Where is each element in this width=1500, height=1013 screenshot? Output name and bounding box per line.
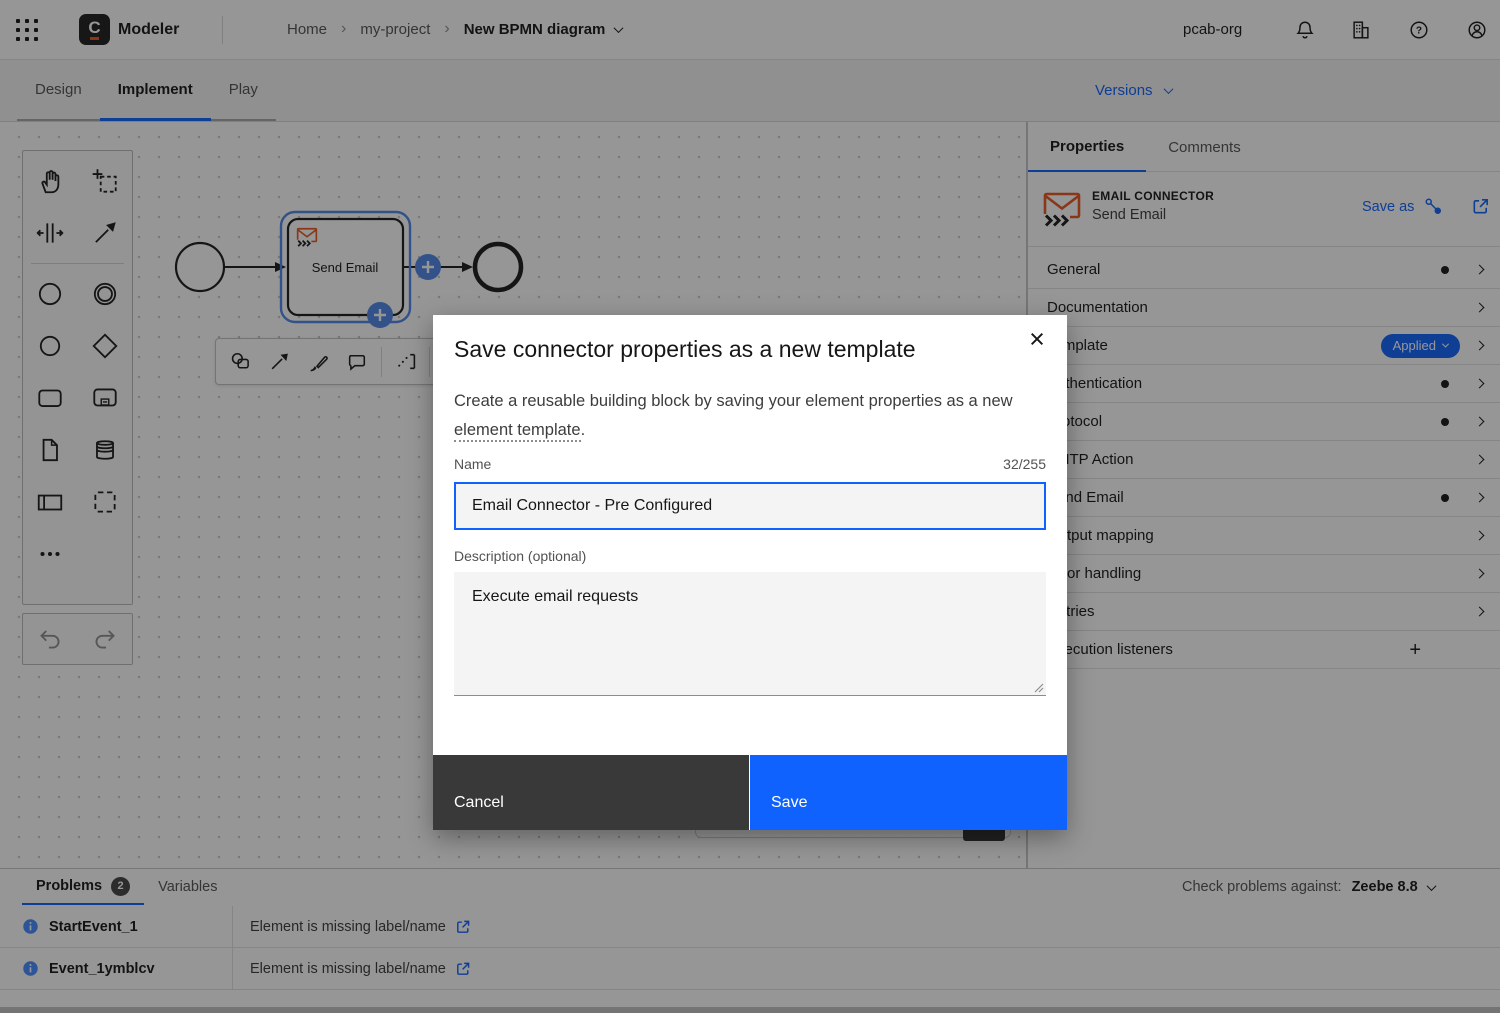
- template-name-input[interactable]: [454, 482, 1046, 530]
- name-char-counter: 32/255: [1003, 456, 1046, 472]
- modal-body-text: Create a reusable building block by savi…: [454, 387, 1048, 445]
- save-button[interactable]: Save: [750, 755, 1067, 830]
- textarea-resize-handle[interactable]: [1032, 681, 1044, 693]
- save-template-modal: × Save connector properties as a new tem…: [433, 315, 1067, 830]
- cancel-button[interactable]: Cancel: [433, 755, 749, 830]
- name-label-row: Name 32/255: [454, 456, 1046, 472]
- description-label: Description (optional): [454, 548, 586, 564]
- template-description-textarea[interactable]: Execute email requests: [454, 572, 1046, 696]
- modal-title: Save connector properties as a new templ…: [454, 336, 916, 363]
- modal-footer: Cancel Save: [433, 755, 1067, 830]
- name-label: Name: [454, 456, 491, 472]
- element-template-link[interactable]: element template: [454, 421, 581, 442]
- close-icon[interactable]: ×: [1020, 322, 1054, 356]
